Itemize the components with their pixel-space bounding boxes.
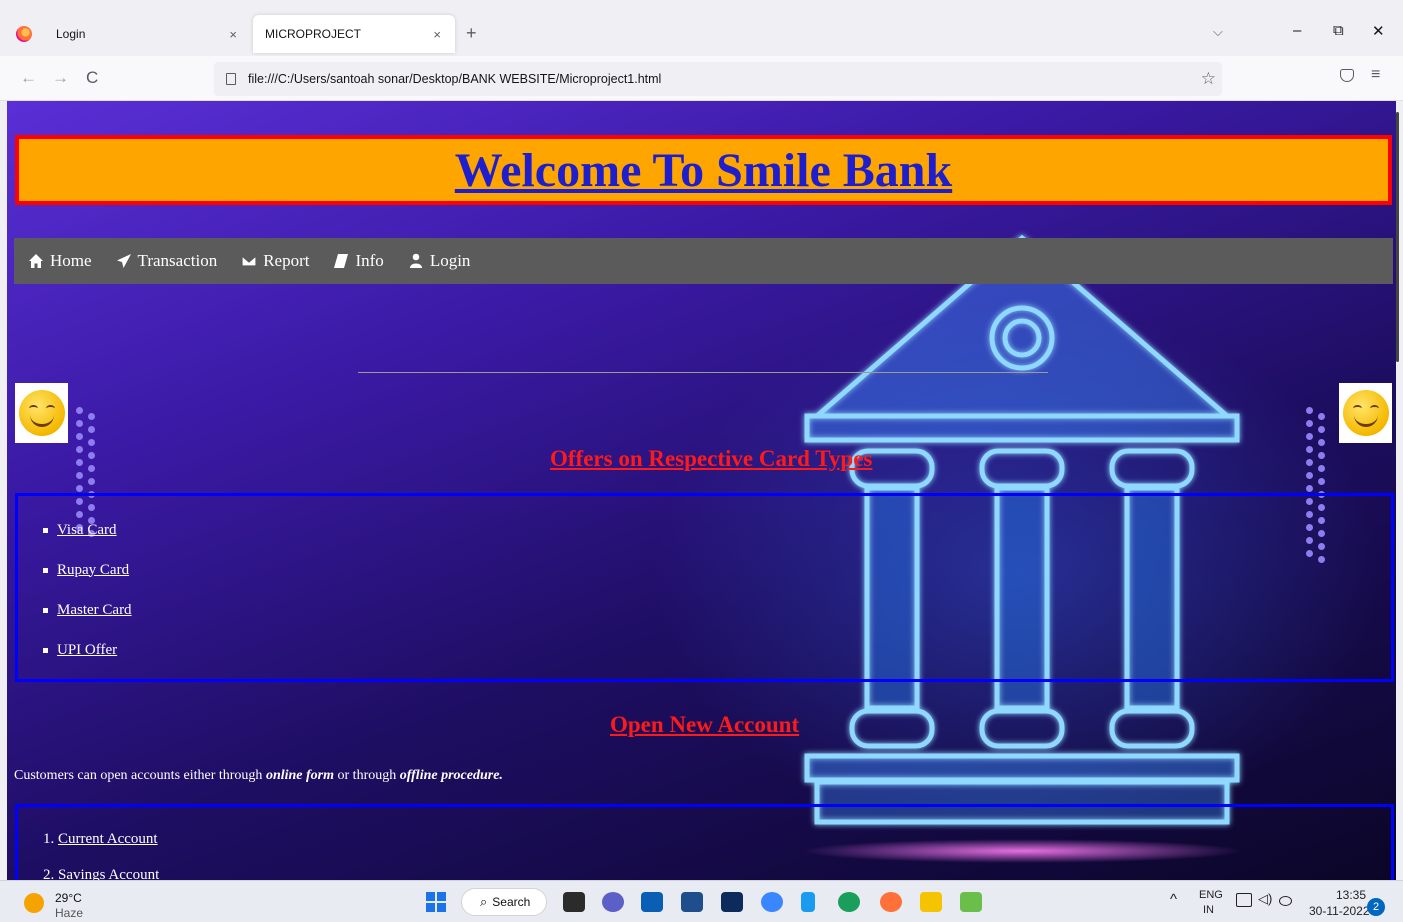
tab-close-icon[interactable]: × xyxy=(433,27,441,42)
nav-item-transaction[interactable]: Transaction xyxy=(116,251,218,271)
smiley-icon xyxy=(18,390,65,436)
online-form-text: online form xyxy=(265,768,335,783)
restore-button[interactable]: ⧉ xyxy=(1333,22,1344,39)
customers-info-text: Customers can open accounts either throu… xyxy=(14,768,503,784)
card-list: Visa Card Rupay Card Master Card UPI Off… xyxy=(43,521,132,681)
weather-description[interactable]: Haze xyxy=(55,906,83,920)
app-icon[interactable] xyxy=(761,892,783,912)
main-nav: Home Transaction Report Info Login xyxy=(14,238,1393,284)
weather-temperature[interactable]: 29°C xyxy=(55,891,82,905)
text-part: or through xyxy=(334,768,400,783)
volume-icon[interactable]: ◁) xyxy=(1258,891,1272,907)
user-icon xyxy=(409,253,422,268)
scrollbar[interactable] xyxy=(1396,112,1399,362)
chat-icon[interactable] xyxy=(602,892,624,912)
app-icon[interactable] xyxy=(801,892,815,912)
weather-icon[interactable] xyxy=(24,893,44,913)
tab-title: MICROPROJECT xyxy=(265,27,361,41)
start-icon[interactable] xyxy=(426,892,446,912)
tab-microproject[interactable]: MICROPROJECT × xyxy=(253,15,455,53)
url-text[interactable]: file:///C:/Users/santoah sonar/Desktop/B… xyxy=(248,72,661,86)
text-part: Customers can open accounts either throu… xyxy=(14,768,266,783)
store-icon[interactable] xyxy=(641,892,663,912)
nav-item-login[interactable]: Login xyxy=(408,251,471,271)
firefox-icon[interactable] xyxy=(16,26,32,42)
tab-bar: Login × MICROPROJECT × + ⌵ – ⧉ ✕ xyxy=(0,0,1403,54)
list-item: 1. Current Account xyxy=(43,831,159,849)
home-icon xyxy=(29,254,43,268)
account-list: 1. Current Account 2. Savings Account xyxy=(43,831,159,880)
language-indicator[interactable]: ENG xyxy=(1199,889,1223,901)
nav-item-label: Login xyxy=(429,251,471,270)
upi-offer-link[interactable]: UPI Offer xyxy=(57,642,117,659)
firefox-taskbar-icon[interactable] xyxy=(880,892,902,912)
battery-icon[interactable] xyxy=(1279,896,1292,906)
nav-item-label: Info xyxy=(355,251,384,270)
notification-badge[interactable]: 2 xyxy=(1367,898,1385,916)
file-explorer-icon[interactable] xyxy=(920,892,942,912)
current-account-link[interactable]: Current Account xyxy=(58,831,158,847)
mail-icon[interactable] xyxy=(681,892,703,912)
divider xyxy=(358,372,1048,373)
list-item: Rupay Card xyxy=(43,561,132,579)
tab-list-icon[interactable]: ⌵ xyxy=(1213,24,1223,40)
list-item: UPI Offer xyxy=(43,641,132,659)
tab-title: Login xyxy=(56,27,86,41)
list-number: 1. xyxy=(43,831,58,847)
account-types-box: 1. Current Account 2. Savings Account xyxy=(15,804,1394,880)
dropbox-icon[interactable] xyxy=(721,892,743,912)
back-icon[interactable]: ← xyxy=(20,68,37,88)
taskbar-search-button[interactable]: ⌕ Search xyxy=(461,888,547,916)
rupay-card-link[interactable]: Rupay Card xyxy=(57,562,129,579)
nav-item-info[interactable]: Info xyxy=(333,251,384,271)
tray-chevron-icon[interactable]: ^ xyxy=(1170,891,1177,908)
forward-icon[interactable]: → xyxy=(52,68,69,88)
list-item: 2. Savings Account xyxy=(43,867,159,880)
list-number: 2. xyxy=(43,867,58,880)
tab-close-icon[interactable]: × xyxy=(229,27,237,42)
smiley-icon xyxy=(1342,390,1389,436)
nav-item-label: Transaction xyxy=(137,251,218,270)
master-card-link[interactable]: Master Card xyxy=(57,602,132,619)
nav-item-report[interactable]: Report xyxy=(241,251,309,271)
card-offers-box: Visa Card Rupay Card Master Card UPI Off… xyxy=(15,493,1394,682)
web-page: Welcome To Smile Bank Home Transaction R… xyxy=(7,101,1396,880)
book-icon xyxy=(334,254,349,268)
paper-plane-icon xyxy=(116,254,131,268)
menu-icon[interactable]: ≡ xyxy=(1371,66,1380,84)
open-account-heading[interactable]: Open New Account xyxy=(610,712,799,738)
envelope-icon xyxy=(241,255,257,267)
edge-icon[interactable] xyxy=(838,892,860,912)
url-bar[interactable]: file:///C:/Users/santoah sonar/Desktop/B… xyxy=(214,62,1222,96)
visa-card-link[interactable]: Visa Card xyxy=(57,522,117,539)
tab-login[interactable]: Login × xyxy=(44,15,251,53)
clock-date[interactable]: 30-11-2022 xyxy=(1309,904,1370,918)
search-label: Search xyxy=(492,895,531,909)
list-item: Master Card xyxy=(43,601,132,619)
smiley-image-right xyxy=(1339,383,1392,443)
minimize-button[interactable]: – xyxy=(1293,22,1301,39)
page-icon xyxy=(226,73,236,85)
savings-account-link[interactable]: Savings Account xyxy=(58,867,159,880)
clock-time[interactable]: 13:35 xyxy=(1336,888,1366,902)
header-banner: Welcome To Smile Bank xyxy=(15,135,1392,205)
search-icon: ⌕ xyxy=(480,894,488,909)
language-region[interactable]: IN xyxy=(1203,904,1214,916)
smiley-image-left xyxy=(15,383,68,443)
offline-procedure-text: offline procedure. xyxy=(399,768,503,783)
close-window-button[interactable]: ✕ xyxy=(1372,22,1385,40)
nav-item-label: Report xyxy=(263,251,310,270)
offers-heading[interactable]: Offers on Respective Card Types xyxy=(550,446,872,472)
nav-item-label: Home xyxy=(50,251,92,270)
list-item: Visa Card xyxy=(43,521,132,539)
task-view-icon[interactable] xyxy=(563,892,585,912)
site-title[interactable]: Welcome To Smile Bank xyxy=(455,143,952,198)
app-icon[interactable] xyxy=(960,892,982,912)
network-icon[interactable] xyxy=(1236,893,1252,907)
taskbar: 29°C Haze ⌕ Search ^ ENG IN ◁) 13:35 30-… xyxy=(0,880,1403,922)
bookmark-star-icon[interactable]: ☆ xyxy=(1201,69,1216,89)
new-tab-button[interactable]: + xyxy=(466,23,477,44)
reload-icon[interactable]: C xyxy=(86,68,98,88)
nav-item-home[interactable]: Home xyxy=(28,251,92,271)
